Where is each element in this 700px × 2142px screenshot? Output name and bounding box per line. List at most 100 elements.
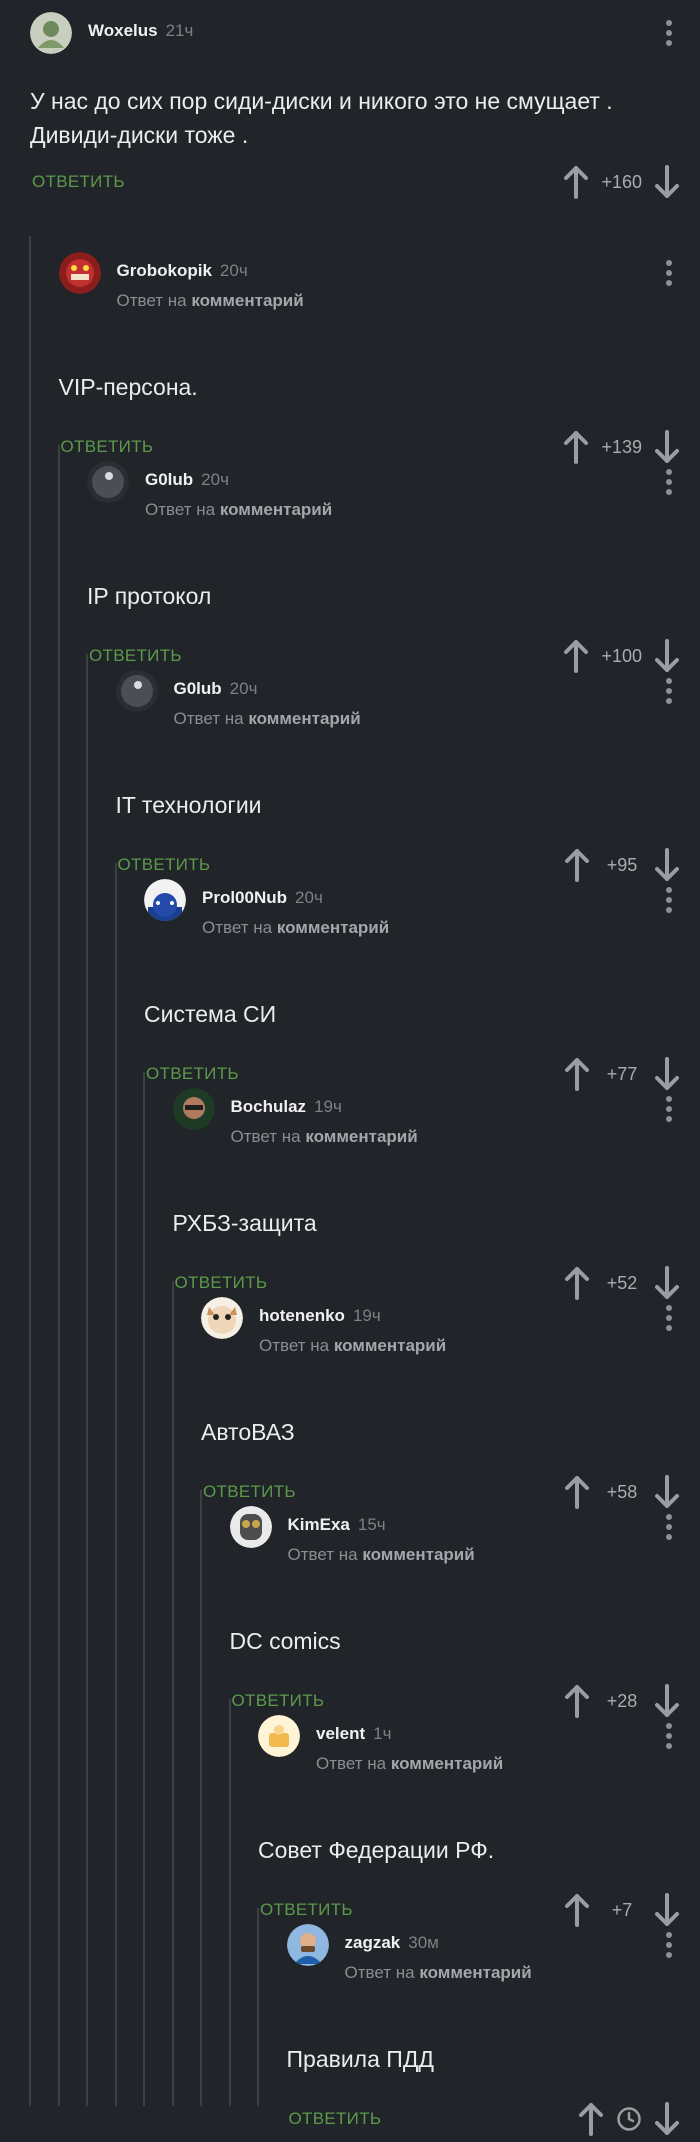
reply-button[interactable]: ОТВЕТИТЬ <box>89 646 182 666</box>
comment-time: 30м <box>408 1933 439 1952</box>
more-vertical-icon[interactable] <box>664 1723 674 1753</box>
avatar[interactable] <box>230 1506 272 1548</box>
arrow-up-icon[interactable] <box>562 1474 592 1510</box>
comment: zagzak30мОтвет на комментарийПравила ПДД… <box>287 1924 700 2141</box>
arrow-up-icon[interactable] <box>562 1056 592 1092</box>
reply-button[interactable]: ОТВЕТИТЬ <box>32 172 125 192</box>
comment-rating: +160 <box>601 172 642 193</box>
arrow-up-icon[interactable] <box>561 429 591 465</box>
author-link[interactable]: Prol00Nub <box>202 888 287 907</box>
arrow-up-icon[interactable] <box>562 1265 592 1301</box>
arrow-up-icon[interactable] <box>561 164 591 200</box>
author-name[interactable]: hotenenko19ч <box>259 1306 381 1326</box>
author-link[interactable]: Bochulaz <box>231 1097 307 1116</box>
arrow-down-icon[interactable] <box>652 1056 682 1092</box>
comment-text: РХБЗ-защита <box>173 1206 317 1240</box>
author-link[interactable]: Grobokopik <box>117 261 212 280</box>
author-link[interactable]: velent <box>316 1724 365 1743</box>
author-name[interactable]: KimExa15ч <box>288 1515 386 1535</box>
arrow-down-icon[interactable] <box>652 638 682 674</box>
arrow-up-icon[interactable] <box>562 1892 592 1928</box>
avatar[interactable] <box>116 670 158 712</box>
arrow-down-icon[interactable] <box>652 847 682 883</box>
author-name[interactable]: Prol00Nub20ч <box>202 888 323 908</box>
comment-text: Правила ПДД <box>287 2042 434 2076</box>
avatar[interactable] <box>173 1088 215 1130</box>
reply-to-link[interactable]: комментарий <box>391 1754 503 1773</box>
reply-to-prefix: Ответ на <box>231 1127 301 1146</box>
reply-button[interactable]: ОТВЕТИТЬ <box>175 1273 268 1293</box>
arrow-down-icon[interactable] <box>652 164 682 200</box>
more-vertical-icon[interactable] <box>664 20 674 50</box>
author-name[interactable]: Grobokopik20ч <box>117 261 248 281</box>
comment-time: 21ч <box>166 21 194 40</box>
more-vertical-icon[interactable] <box>664 1932 674 1962</box>
author-name[interactable]: Bochulaz19ч <box>231 1097 342 1117</box>
reply-to-label: Ответ на комментарий <box>316 1754 503 1774</box>
arrow-down-icon[interactable] <box>652 429 682 465</box>
reply-to-link[interactable]: комментарий <box>277 918 389 937</box>
author-link[interactable]: zagzak <box>345 1933 401 1952</box>
avatar[interactable] <box>258 1715 300 1757</box>
comment-time: 20ч <box>201 470 229 489</box>
reply-to-prefix: Ответ на <box>117 291 187 310</box>
reply-button[interactable]: ОТВЕТИТЬ <box>203 1482 296 1502</box>
reply-button[interactable]: ОТВЕТИТЬ <box>118 855 211 875</box>
reply-to-link[interactable]: комментарий <box>248 709 360 728</box>
vote-controls: +95 <box>562 847 682 883</box>
reply-button[interactable]: ОТВЕТИТЬ <box>146 1064 239 1084</box>
comment: Prol00Nub20чОтвет на комментарийСистема … <box>144 879 700 1096</box>
avatar[interactable] <box>87 461 129 503</box>
reply-to-link[interactable]: комментарий <box>191 291 303 310</box>
comment-text-line: VIP-персона. <box>59 370 198 404</box>
avatar[interactable] <box>59 252 101 294</box>
reply-to-link[interactable]: комментарий <box>419 1963 531 1982</box>
author-name[interactable]: zagzak 30м <box>345 1933 439 1953</box>
author-name[interactable]: G0lub 20ч <box>145 470 229 490</box>
author-link[interactable]: G0lub <box>174 679 222 698</box>
arrow-up-icon[interactable] <box>576 2101 606 2137</box>
author-link[interactable]: Woxelus <box>88 21 158 40</box>
arrow-down-icon[interactable] <box>652 1474 682 1510</box>
author-link[interactable]: KimExa <box>288 1515 350 1534</box>
author-link[interactable]: G0lub <box>145 470 193 489</box>
arrow-up-icon[interactable] <box>562 847 592 883</box>
author-link[interactable]: hotenenko <box>259 1306 345 1325</box>
reply-to-link[interactable]: комментарий <box>334 1336 446 1355</box>
reply-to-label: Ответ на комментарий <box>117 291 304 311</box>
arrow-up-icon[interactable] <box>562 1683 592 1719</box>
comment-text-line: Правила ПДД <box>287 2042 434 2076</box>
comment: Grobokopik20ч Ответ на комментарий VIP-пер… <box>59 252 700 469</box>
arrow-down-icon[interactable] <box>652 1892 682 1928</box>
more-vertical-icon[interactable] <box>664 1096 674 1126</box>
more-vertical-icon[interactable] <box>664 260 674 290</box>
reply-to-prefix: Ответ на <box>316 1754 386 1773</box>
arrow-up-icon[interactable] <box>561 638 591 674</box>
avatar[interactable] <box>201 1297 243 1339</box>
reply-button[interactable]: ОТВЕТИТЬ <box>289 2109 382 2129</box>
author-name[interactable]: Woxelus 21ч <box>88 21 193 41</box>
avatar[interactable] <box>144 879 186 921</box>
reply-to-link[interactable]: комментарий <box>220 500 332 519</box>
reply-button[interactable]: ОТВЕТИТЬ <box>260 1900 353 1920</box>
reply-to-link[interactable]: комментарий <box>362 1545 474 1564</box>
more-vertical-icon[interactable] <box>664 1514 674 1544</box>
author-name[interactable]: G0lub20ч <box>174 679 258 699</box>
reply-to-prefix: Ответ на <box>259 1336 329 1355</box>
reply-button[interactable]: ОТВЕТИТЬ <box>61 437 154 457</box>
avatar[interactable] <box>30 12 72 54</box>
more-vertical-icon[interactable] <box>664 1305 674 1335</box>
reply-to-link[interactable]: комментарий <box>305 1127 417 1146</box>
avatar[interactable] <box>287 1924 329 1966</box>
author-name[interactable]: velent1ч <box>316 1724 391 1744</box>
more-vertical-icon[interactable] <box>664 887 674 917</box>
reply-to-label: Ответ на комментарий <box>259 1336 446 1356</box>
arrow-down-icon[interactable] <box>652 1683 682 1719</box>
comment-rating: +100 <box>601 646 642 667</box>
more-vertical-icon[interactable] <box>664 469 674 499</box>
more-vertical-icon[interactable] <box>664 678 674 708</box>
arrow-down-icon[interactable] <box>652 2101 682 2137</box>
reply-button[interactable]: ОТВЕТИТЬ <box>232 1691 325 1711</box>
comment-text: IT технологии <box>116 788 262 822</box>
arrow-down-icon[interactable] <box>652 1265 682 1301</box>
